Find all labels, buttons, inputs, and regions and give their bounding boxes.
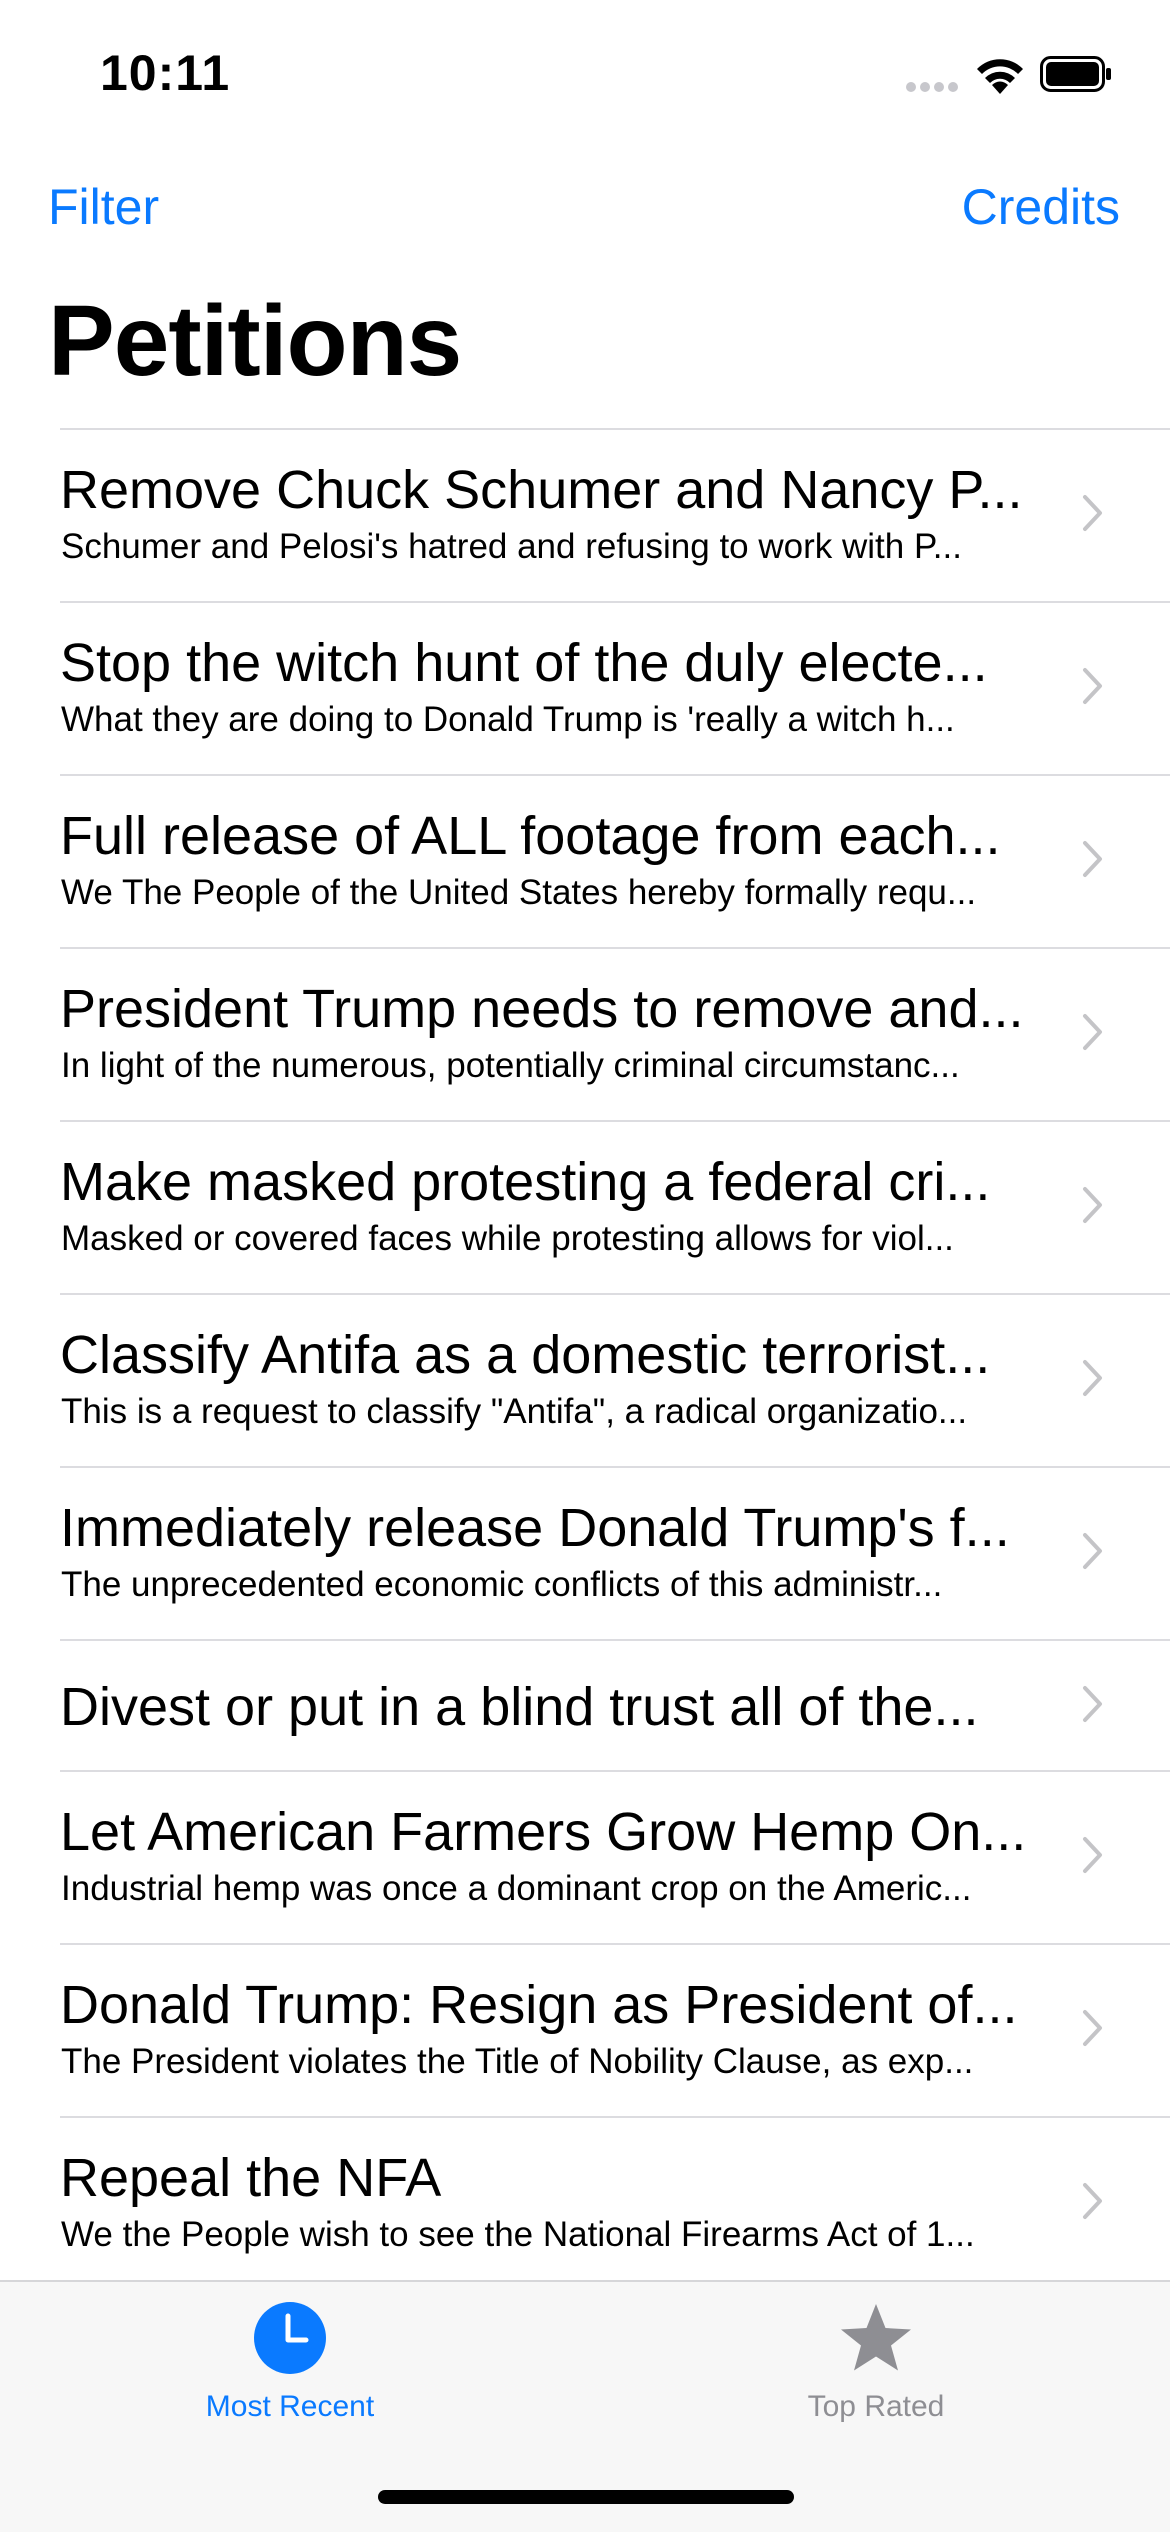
chevron-right-icon — [1083, 1533, 1102, 1569]
petition-row[interactable]: Divest or put in a blind trust all of th… — [0, 1639, 1170, 1770]
tab-label: Most Recent — [205, 2390, 375, 2423]
page-title: Petitions — [48, 285, 462, 397]
chevron-right-icon — [1083, 841, 1102, 877]
petition-title: Make masked protesting a federal cri... — [60, 1152, 991, 1212]
petition-body: Industrial hemp was once a dominant crop… — [61, 1869, 972, 1908]
chevron-right-icon — [1083, 2183, 1102, 2219]
chevron-right-icon — [1083, 1360, 1102, 1396]
tab-label: Top Rated — [807, 2390, 945, 2423]
chevron-right-icon — [1083, 1014, 1102, 1050]
petition-title: Immediately release Donald Trump's f... — [60, 1498, 1010, 1558]
wifi-icon — [977, 59, 1023, 94]
status-time: 10:11 — [100, 45, 231, 101]
petition-body: We the People wish to see the National F… — [61, 2215, 975, 2254]
petition-row[interactable]: Make masked protesting a federal cri... … — [0, 1120, 1170, 1293]
battery-icon — [1040, 56, 1111, 92]
cellular-signal-icon — [906, 82, 960, 92]
petition-row[interactable]: Donald Trump: Resign as President of... … — [0, 1943, 1170, 2116]
petition-row[interactable]: Classify Antifa as a domestic terrorist.… — [0, 1293, 1170, 1466]
chevron-right-icon — [1083, 1686, 1102, 1722]
petition-body: In light of the numerous, potentially cr… — [61, 1046, 960, 1085]
tab-most-recent[interactable]: Most Recent — [140, 2282, 440, 2442]
petition-title: Stop the witch hunt of the duly electe..… — [60, 633, 988, 693]
chevron-right-icon — [1083, 495, 1102, 531]
petition-body: The unprecedented economic conflicts of … — [61, 1565, 943, 1604]
petition-body: Schumer and Pelosi's hatred and refusing… — [61, 527, 962, 566]
petition-row[interactable]: Immediately release Donald Trump's f... … — [0, 1466, 1170, 1639]
petition-list: Remove Chuck Schumer and Nancy P... Schu… — [0, 428, 1170, 2289]
petition-row[interactable]: Full release of ALL footage from each...… — [0, 774, 1170, 947]
petition-row[interactable]: Remove Chuck Schumer and Nancy P... Schu… — [0, 428, 1170, 601]
petition-row[interactable]: President Trump needs to remove and... I… — [0, 947, 1170, 1120]
credits-button[interactable]: Credits — [962, 178, 1120, 236]
petition-title: Donald Trump: Resign as President of... — [60, 1975, 1018, 2035]
petition-row[interactable]: Let American Farmers Grow Hemp On... Ind… — [0, 1770, 1170, 1943]
petition-row[interactable]: Repeal the NFA We the People wish to see… — [0, 2116, 1170, 2289]
tab-top-rated[interactable]: Top Rated — [726, 2282, 1026, 2442]
petition-body: We The People of the United States hereb… — [61, 873, 977, 912]
petition-title: Remove Chuck Schumer and Nancy P... — [60, 460, 1023, 520]
chevron-right-icon — [1083, 1187, 1102, 1223]
chevron-right-icon — [1083, 668, 1102, 704]
clock-icon — [254, 2302, 326, 2374]
petition-row[interactable]: Stop the witch hunt of the duly electe..… — [0, 601, 1170, 774]
petition-title: Classify Antifa as a domestic terrorist.… — [60, 1325, 991, 1385]
petition-title: President Trump needs to remove and... — [60, 979, 1024, 1039]
petition-title: Full release of ALL footage from each... — [60, 806, 1001, 866]
status-bar: 10:11 — [0, 0, 1170, 140]
petition-title: Repeal the NFA — [60, 2148, 442, 2208]
filter-button[interactable]: Filter — [48, 178, 159, 236]
petition-body: Masked or covered faces while protesting… — [61, 1219, 954, 1258]
petition-title: Let American Farmers Grow Hemp On... — [60, 1802, 1027, 1862]
petition-body: The President violates the Title of Nobi… — [61, 2042, 974, 2081]
petition-body: This is a request to classify "Antifa", … — [61, 1392, 968, 1431]
chevron-right-icon — [1083, 1837, 1102, 1873]
star-icon — [841, 2304, 911, 2371]
petition-title: Divest or put in a blind trust all of th… — [60, 1677, 979, 1737]
petition-body: What they are doing to Donald Trump is '… — [61, 700, 955, 739]
home-indicator[interactable] — [378, 2490, 794, 2504]
chevron-right-icon — [1083, 2010, 1102, 2046]
